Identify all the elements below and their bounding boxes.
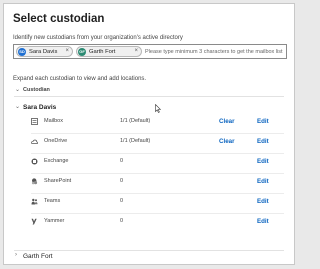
location-name: Teams (44, 198, 61, 204)
custodian-name: Garth Fort (23, 253, 53, 260)
custodian-row-sara-davis[interactable]: ⌄ Sara Davis (14, 101, 284, 113)
exchange-icon (31, 158, 38, 165)
custodian-picker[interactable]: SD Sara Davis × GF Garth Fort × (13, 44, 287, 59)
avatar: GF (78, 48, 86, 56)
location-count: 1/1 (Default) (120, 138, 151, 144)
column-label: Custodian (23, 87, 50, 93)
location-name: Mailbox (44, 118, 63, 124)
location-name: OneDrive (44, 138, 68, 144)
sharepoint-icon (31, 178, 38, 185)
edit-link[interactable]: Edit (257, 178, 269, 185)
panel-subtitle: Identify new custodians from your organi… (13, 35, 183, 41)
instruction-text: Expand each custodian to view and add lo… (13, 76, 147, 82)
location-name: Yammer (44, 218, 65, 224)
edit-link[interactable]: Edit (257, 138, 269, 145)
mouse-cursor-icon (155, 104, 161, 113)
location-row-yammer: Yammer 0 Edit (31, 213, 284, 233)
edit-link[interactable]: Edit (257, 158, 269, 165)
select-custodian-panel: Select custodian Identify new custodians… (3, 3, 295, 265)
location-count: 1/1 (Default) (120, 118, 151, 124)
location-count: 0 (120, 178, 124, 184)
mailbox-icon (31, 118, 38, 125)
location-count: 0 (120, 198, 124, 204)
edit-link[interactable]: Edit (257, 118, 269, 125)
clear-link[interactable]: Clear (219, 138, 234, 145)
location-row-teams: Teams 0 Edit (31, 193, 284, 214)
chevron-down-icon[interactable]: ⌄ (15, 86, 20, 93)
location-name: Exchange (44, 158, 69, 164)
location-row-mailbox: Mailbox 1/1 (Default) Clear Edit (31, 113, 284, 134)
location-row-exchange: Exchange 0 Edit (31, 153, 284, 174)
custodian-chip-garth-fort: GF Garth Fort × (76, 46, 142, 57)
onedrive-icon (31, 139, 38, 144)
location-count: 0 (120, 158, 124, 164)
custodian-column-header[interactable]: ⌄ Custodian (14, 84, 284, 97)
chip-name: Garth Fort (89, 48, 116, 55)
chevron-down-icon[interactable]: ⌄ (15, 103, 20, 110)
location-row-sharepoint: SharePoint 0 Edit (31, 173, 284, 194)
location-count: 0 (120, 218, 124, 224)
panel-title: Select custodian (13, 13, 105, 25)
custodian-row-garth-fort[interactable]: › Garth Fort (14, 250, 284, 263)
custodian-chip-sara-davis: SD Sara Davis × (16, 46, 73, 57)
custodian-name: Sara Davis (23, 104, 57, 111)
location-name: SharePoint (44, 178, 72, 184)
chevron-right-icon[interactable]: › (15, 252, 17, 258)
remove-chip-icon[interactable]: × (134, 48, 138, 54)
mailbox-search-input[interactable] (145, 45, 287, 58)
yammer-icon (31, 218, 37, 225)
edit-link[interactable]: Edit (257, 218, 269, 225)
avatar: SD (18, 48, 26, 56)
teams-icon (31, 198, 38, 205)
clear-link[interactable]: Clear (219, 118, 234, 125)
remove-chip-icon[interactable]: × (65, 48, 69, 54)
location-row-onedrive: OneDrive 1/1 (Default) Clear Edit (31, 133, 284, 154)
edit-link[interactable]: Edit (257, 198, 269, 205)
chip-name: Sara Davis (29, 48, 58, 55)
